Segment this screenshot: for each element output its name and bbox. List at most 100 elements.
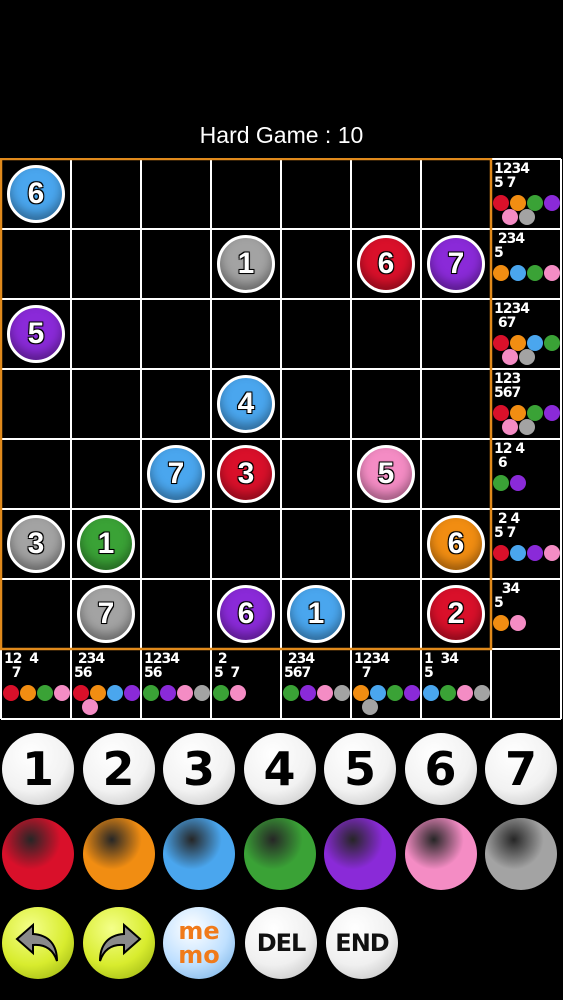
hint-dot-purple <box>404 685 420 701</box>
number-token[interactable]: 3 <box>7 515 65 573</box>
number-token[interactable]: 1 <box>287 585 345 643</box>
color-button-purple[interactable] <box>324 818 396 890</box>
memo-button[interactable]: me mo <box>163 907 235 979</box>
number-token[interactable]: 6 <box>427 515 485 573</box>
number-token[interactable]: 3 <box>217 445 275 503</box>
row-hint-cell: 123 567 <box>491 369 561 439</box>
board-cell[interactable] <box>281 509 351 579</box>
board-cell[interactable] <box>421 299 491 369</box>
board-cell[interactable] <box>71 369 141 439</box>
hint-dot-blue <box>423 685 439 701</box>
hint-dot-gray <box>334 685 350 701</box>
board-cell[interactable] <box>281 299 351 369</box>
board-cell[interactable] <box>141 299 211 369</box>
hint-dot-purple <box>527 545 543 561</box>
board-cell[interactable] <box>71 299 141 369</box>
board-cell[interactable] <box>421 439 491 509</box>
board-cell[interactable] <box>211 299 281 369</box>
board-cell[interactable] <box>281 159 351 229</box>
number-button-3[interactable]: 3 <box>163 733 235 805</box>
hint-dot-pink <box>502 419 518 435</box>
col-hint-cell: 1 34 5 <box>421 649 491 719</box>
hint-dot-gray <box>519 209 535 225</box>
hint-numbers: 1 34 5 <box>424 651 459 681</box>
undo-button[interactable] <box>2 907 74 979</box>
board-cell[interactable] <box>281 369 351 439</box>
number-token[interactable]: 6 <box>217 585 275 643</box>
number-token[interactable]: 1 <box>217 235 275 293</box>
board-cell[interactable] <box>1 579 71 649</box>
board-cell[interactable] <box>1 369 71 439</box>
color-button-gray[interactable] <box>485 818 557 890</box>
board-cell[interactable] <box>211 509 281 579</box>
hint-dot-pink <box>82 699 98 715</box>
board-cell[interactable] <box>421 369 491 439</box>
board-cell[interactable] <box>281 229 351 299</box>
color-button-orange[interactable] <box>82 818 155 890</box>
board-cell[interactable] <box>141 369 211 439</box>
hint-dot-pink <box>502 349 518 365</box>
board-cell[interactable] <box>211 159 281 229</box>
board-cell[interactable] <box>351 579 421 649</box>
board-cell[interactable] <box>71 439 141 509</box>
board-cell[interactable] <box>141 229 211 299</box>
number-button-5[interactable]: 5 <box>324 733 396 805</box>
color-button-blue[interactable] <box>163 818 235 890</box>
number-button-2[interactable]: 2 <box>82 733 155 805</box>
hint-dot-red <box>3 685 19 701</box>
redo-button[interactable] <box>83 907 155 979</box>
color-button-red[interactable] <box>2 818 74 890</box>
hint-dot-pink <box>317 685 333 701</box>
number-token[interactable]: 6 <box>357 235 415 293</box>
number-button-6[interactable]: 6 <box>404 733 477 805</box>
number-token[interactable]: 2 <box>427 585 485 643</box>
board-cell[interactable] <box>351 509 421 579</box>
board-cell[interactable] <box>1 229 71 299</box>
hint-dot-pink <box>177 685 193 701</box>
number-token[interactable]: 6 <box>7 165 65 223</box>
number-token[interactable]: 7 <box>147 445 205 503</box>
color-button-green[interactable] <box>243 818 316 890</box>
hint-dot-pink <box>54 685 70 701</box>
number-token[interactable]: 7 <box>77 585 135 643</box>
hint-dot-purple <box>160 685 176 701</box>
hint-dot-purple <box>124 685 140 701</box>
hint-dot-green <box>493 475 509 491</box>
hint-dot-green <box>527 265 543 281</box>
board-cell[interactable] <box>71 229 141 299</box>
number-token[interactable]: 1 <box>77 515 135 573</box>
board-cell[interactable] <box>351 299 421 369</box>
row-hint-cell: 1234 67 <box>491 299 561 369</box>
hint-numbers: 12 4 6 <box>494 441 525 471</box>
col-hint-cell: 234 56 <box>71 649 141 719</box>
board-cell[interactable] <box>351 369 421 439</box>
row-hint-cell: 12 4 6 <box>491 439 561 509</box>
number-button-1[interactable]: 1 <box>2 733 74 805</box>
board-cell[interactable] <box>71 159 141 229</box>
end-button[interactable]: END <box>326 907 398 979</box>
hint-dot-pink <box>544 265 560 281</box>
number-token[interactable]: 4 <box>217 375 275 433</box>
hint-numbers: 12 4 7 <box>4 651 39 681</box>
board-cell[interactable] <box>141 159 211 229</box>
board-cell[interactable] <box>351 159 421 229</box>
delete-button[interactable]: DEL <box>245 907 317 979</box>
hint-dot-gray <box>519 419 535 435</box>
number-button-4[interactable]: 4 <box>243 733 316 805</box>
color-button-pink[interactable] <box>404 818 477 890</box>
number-token[interactable]: 5 <box>7 305 65 363</box>
board-cell[interactable] <box>141 579 211 649</box>
board-cell[interactable] <box>1 439 71 509</box>
board-cell[interactable] <box>421 159 491 229</box>
row-hint-cell: 1234 5 7 <box>491 159 561 229</box>
number-token[interactable]: 5 <box>357 445 415 503</box>
number-button-7[interactable]: 7 <box>485 733 557 805</box>
hint-dot-green <box>387 685 403 701</box>
board-cell[interactable] <box>141 509 211 579</box>
hint-numbers: 2 5 7 <box>214 651 240 681</box>
board-cell[interactable] <box>281 439 351 509</box>
hint-dot-purple <box>544 195 560 211</box>
hint-numbers: 234 567 <box>284 651 315 681</box>
hint-numbers: 1234 67 <box>494 301 530 331</box>
number-token[interactable]: 7 <box>427 235 485 293</box>
